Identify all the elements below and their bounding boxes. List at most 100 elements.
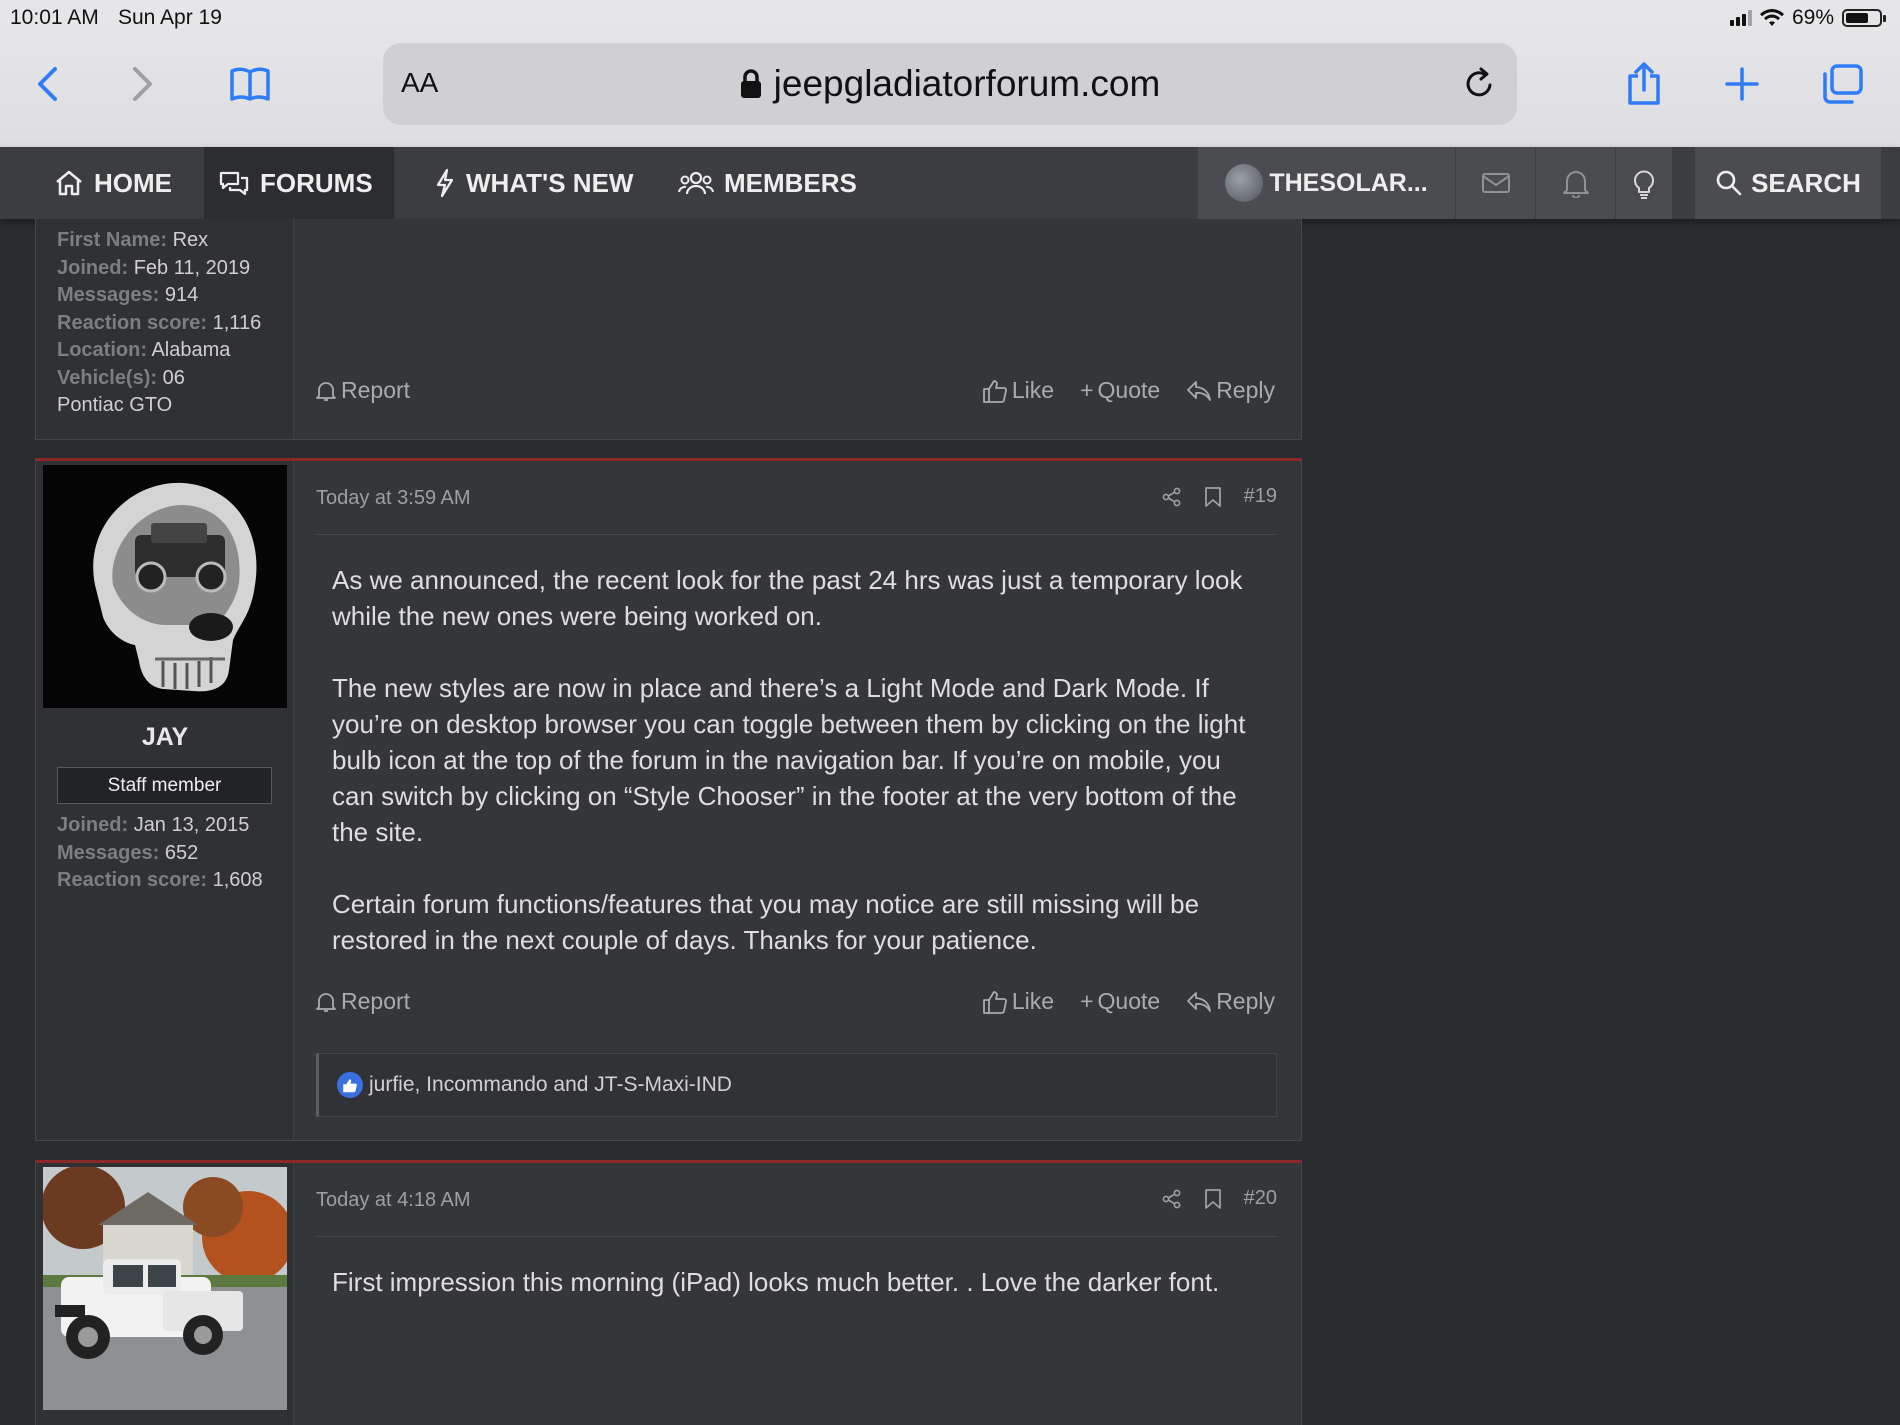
nav-whats-new-label: WHAT'S NEW <box>466 167 634 198</box>
plus-icon: + <box>1080 377 1094 403</box>
reply-label: Reply <box>1216 988 1275 1014</box>
avatar[interactable] <box>41 1165 294 1410</box>
user-info-sidebar: First Name: Rex Joined: Feb 11, 2019 Mes… <box>36 219 294 439</box>
user-info-vehicles-cont: Pontiac GTO <box>57 394 173 416</box>
nav-whats-new[interactable]: WHAT'S NEW <box>420 147 647 219</box>
share-icon[interactable] <box>1622 62 1666 106</box>
user-menu-label: THESOLAR... <box>1269 168 1428 197</box>
battery-percent: 69% <box>1791 6 1834 29</box>
post-actions: Report Like + Quote Reply <box>294 377 1301 411</box>
wifi-icon <box>1759 9 1784 26</box>
cellular-signal-icon <box>1729 10 1752 26</box>
quote-button[interactable]: + Quote <box>1080 988 1160 1015</box>
avatar[interactable] <box>43 465 287 708</box>
post-paragraph: First impression this morning (iPad) loo… <box>332 1267 1220 1297</box>
reply-button[interactable]: Reply <box>1186 988 1275 1015</box>
post-body: First impression this morning (iPad) loo… <box>332 1264 1261 1336</box>
post-19: JAY Staff member Joined: Jan 13, 2015 Me… <box>35 458 1302 1141</box>
post-actions: Report Like + Quote Reply <box>294 988 1301 1022</box>
share-icon[interactable] <box>1162 1189 1182 1209</box>
user-info-sidebar <box>36 1163 294 1425</box>
post-header: Today at 3:59 AM #19 <box>316 461 1277 535</box>
lock-icon <box>740 69 761 98</box>
quote-label: Quote <box>1097 377 1161 403</box>
post-paragraph: The new styles are now in place and ther… <box>332 673 1246 847</box>
lightbulb-icon[interactable] <box>1616 147 1672 219</box>
bookmark-icon[interactable] <box>1204 1188 1222 1210</box>
address-bar[interactable]: AA jeepgladiatorforum.com <box>383 43 1517 125</box>
user-info-vehicles: Vehicle(s): 06 <box>57 366 185 389</box>
post-20: Today at 4:18 AM #20 First impression th… <box>35 1160 1302 1425</box>
search-icon <box>1716 170 1742 196</box>
bell-icon <box>316 992 336 1012</box>
nav-members-label: MEMBERS <box>724 167 857 198</box>
reply-button[interactable]: Reply <box>1186 377 1275 404</box>
post-paragraph: Certain forum functions/features that yo… <box>332 889 1200 955</box>
bookmarks-icon[interactable] <box>228 62 272 106</box>
post-number[interactable]: #20 <box>1244 1187 1277 1210</box>
reactions-users[interactable]: jurfie, Incommando and JT-S-Maxi-IND <box>369 1073 732 1097</box>
forum-nav: HOME FORUMS WHAT'S NEW MEMBERS THESOLAR.… <box>0 147 1900 219</box>
chat-bubbles-icon <box>219 171 249 196</box>
user-info-messages: Messages: 652 <box>57 841 199 864</box>
reload-icon[interactable] <box>1463 65 1497 101</box>
user-info-sidebar: JAY Staff member Joined: Jan 13, 2015 Me… <box>36 461 294 1140</box>
bell-icon <box>316 381 336 401</box>
user-menu[interactable]: THESOLAR... <box>1198 147 1456 219</box>
bell-icon[interactable] <box>1536 147 1616 219</box>
forward-icon[interactable] <box>120 62 164 106</box>
post-date[interactable]: Today at 4:18 AM <box>316 1189 471 1212</box>
like-label: Like <box>1011 377 1055 403</box>
user-info-list: Joined: Jan 13, 2015 Messages: 652 React… <box>57 812 287 895</box>
user-info-joined: Joined: Jan 13, 2015 <box>57 814 250 836</box>
post-number[interactable]: #19 <box>1244 485 1277 508</box>
status-time: 10:01 AM <box>10 6 99 29</box>
search-label: SEARCH <box>1751 167 1861 198</box>
user-info-first-name: First Name: Rex <box>57 229 209 251</box>
like-reaction-icon <box>337 1072 363 1098</box>
browser-chrome: 10:01 AM Sun Apr 19 69% AA jeepgladiator… <box>0 0 1900 147</box>
lightning-icon <box>436 168 454 198</box>
plus-icon: + <box>1080 988 1094 1014</box>
share-icon[interactable] <box>1162 487 1182 507</box>
inbox-icon[interactable] <box>1456 147 1536 219</box>
reply-icon <box>1187 380 1212 401</box>
nav-home-label: HOME <box>94 167 172 198</box>
battery-icon <box>1842 9 1886 27</box>
nav-home[interactable]: HOME <box>40 147 186 219</box>
post-previous: First Name: Rex Joined: Feb 11, 2019 Mes… <box>35 219 1302 440</box>
user-info-list: First Name: Rex Joined: Feb 11, 2019 Mes… <box>57 227 287 420</box>
username[interactable]: JAY <box>36 723 294 752</box>
thumbs-up-icon <box>982 990 1007 1014</box>
thumbs-up-icon <box>982 379 1007 403</box>
post-header: Today at 4:18 AM #20 <box>316 1163 1277 1237</box>
nav-forums[interactable]: FORUMS <box>204 147 394 219</box>
quote-button[interactable]: + Quote <box>1080 377 1160 404</box>
report-label: Report <box>341 377 411 403</box>
post-paragraph: As we announced, the recent look for the… <box>332 565 1243 631</box>
new-tab-icon[interactable] <box>1720 62 1764 106</box>
search-button[interactable]: SEARCH <box>1695 147 1881 219</box>
reactions-bar[interactable]: jurfie, Incommando and JT-S-Maxi-IND <box>316 1053 1277 1117</box>
back-icon[interactable] <box>26 62 70 106</box>
quote-label: Quote <box>1097 988 1161 1014</box>
url-text: jeepgladiatorforum.com <box>773 63 1161 104</box>
user-info-reaction-score: Reaction score: 1,116 <box>57 311 262 334</box>
nav-members[interactable]: MEMBERS <box>664 147 871 219</box>
user-nav-group: THESOLAR... <box>1198 147 1672 219</box>
nav-forums-label: FORUMS <box>260 167 373 198</box>
like-label: Like <box>1011 988 1055 1014</box>
status-date: Sun Apr 19 <box>118 6 222 29</box>
post-date[interactable]: Today at 3:59 AM <box>316 487 471 510</box>
report-button[interactable]: Report <box>316 377 410 404</box>
users-icon <box>678 171 714 195</box>
like-button[interactable]: Like <box>982 988 1054 1015</box>
reply-icon <box>1187 991 1212 1012</box>
report-button[interactable]: Report <box>316 988 410 1015</box>
user-info-joined: Joined: Feb 11, 2019 <box>57 256 251 279</box>
bookmark-icon[interactable] <box>1204 486 1222 508</box>
reply-label: Reply <box>1216 377 1275 403</box>
tabs-icon[interactable] <box>1820 62 1864 106</box>
like-button[interactable]: Like <box>982 377 1054 404</box>
user-info-location: Location: Alabama <box>57 339 231 361</box>
